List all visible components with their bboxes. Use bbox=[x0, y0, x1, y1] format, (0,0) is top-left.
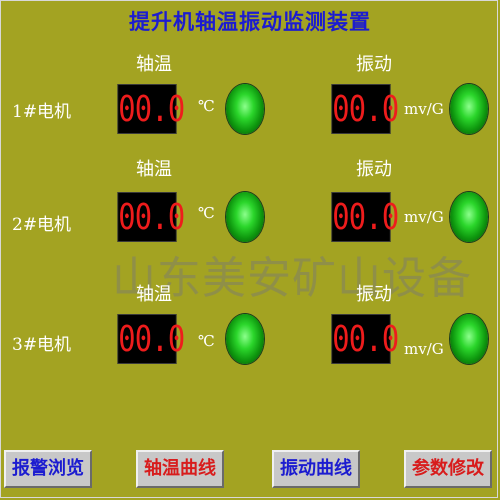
motor-1-temp-display: 00.0 bbox=[117, 84, 185, 134]
vibration-label-1: 振动 bbox=[356, 54, 392, 75]
motor-2-vibration-indicator-icon bbox=[450, 192, 488, 242]
temp-curve-button[interactable]: 轴温曲线 bbox=[136, 450, 224, 488]
param-edit-button[interactable]: 参数修改 bbox=[404, 450, 492, 488]
motor-1-temp-unit: ℃ bbox=[198, 97, 215, 115]
vibration-label-3: 振动 bbox=[356, 284, 392, 305]
temp-label-2: 轴温 bbox=[136, 159, 172, 180]
motor-3-temp-unit: ℃ bbox=[198, 332, 215, 350]
alarm-browse-button[interactable]: 报警浏览 bbox=[4, 450, 92, 488]
motor-2-temp-unit: ℃ bbox=[198, 204, 215, 222]
page-title: 提升机轴温振动监测装置 bbox=[129, 9, 371, 34]
motor-3-temp-display: 00.0 bbox=[117, 314, 185, 364]
motor-3-vibration-indicator-icon bbox=[450, 314, 488, 364]
motor-2-name: 2#电机 bbox=[12, 215, 72, 235]
motor-3-temp-indicator-icon bbox=[226, 314, 264, 364]
temp-label-1: 轴温 bbox=[136, 54, 172, 75]
motor-2-vibration-display: 00.0 bbox=[331, 192, 399, 242]
motor-2-temp-display: 00.0 bbox=[117, 192, 185, 242]
motor-3-vibration-unit: mv/G bbox=[404, 340, 444, 358]
motor-1-name: 1#电机 bbox=[12, 102, 72, 122]
vibration-curve-button[interactable]: 振动曲线 bbox=[272, 450, 360, 488]
motor-3-name: 3#电机 bbox=[12, 335, 72, 355]
motor-1-temp-indicator-icon bbox=[226, 84, 264, 134]
motor-1-vibration-unit: mv/G bbox=[404, 100, 444, 118]
temp-label-3: 轴温 bbox=[136, 284, 172, 305]
motor-2-vibration-unit: mv/G bbox=[404, 208, 444, 226]
motor-2-temp-indicator-icon bbox=[226, 192, 264, 242]
motor-1-vibration-indicator-icon bbox=[450, 84, 488, 134]
motor-1-vibration-display: 00.0 bbox=[331, 84, 399, 134]
motor-3-vibration-display: 00.0 bbox=[331, 314, 399, 364]
vibration-label-2: 振动 bbox=[356, 159, 392, 180]
